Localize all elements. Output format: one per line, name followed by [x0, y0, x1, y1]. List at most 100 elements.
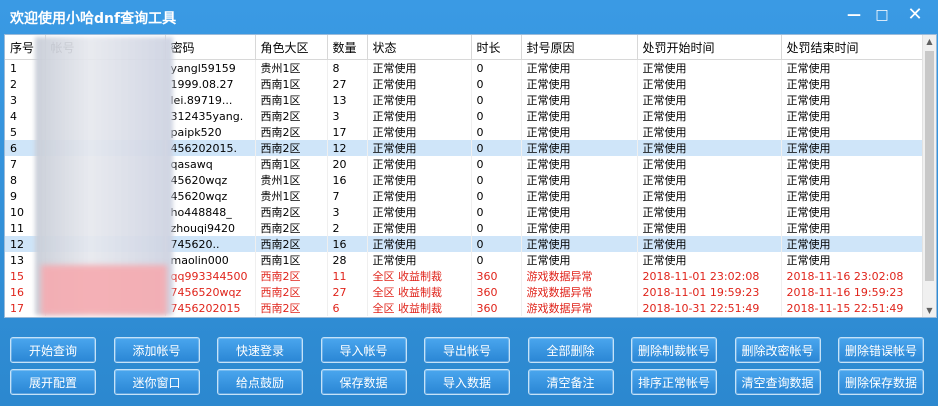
cell-reason: 游戏数据异常	[521, 268, 638, 284]
cell-status: 正常使用	[367, 108, 472, 124]
cell-region: 西南1区	[255, 252, 328, 268]
action-button[interactable]: 全部删除	[527, 337, 614, 363]
vertical-scrollbar[interactable]: ▲ ▼	[922, 35, 936, 317]
action-button[interactable]: 排序正常帐号	[631, 369, 717, 395]
minimize-icon[interactable]: —	[843, 6, 865, 24]
action-button[interactable]: 导入帐号	[320, 337, 407, 363]
cell-end: 正常使用	[781, 59, 924, 76]
cell-duration: 0	[471, 156, 522, 172]
cell-count: 16	[327, 172, 368, 188]
cell-end: 正常使用	[781, 188, 924, 204]
cell-end: 正常使用	[781, 236, 924, 252]
account-table[interactable]: 序号帐号密码角色大区数量状态时长封号原因处罚开始时间处罚结束时间 1yangl5…	[4, 34, 937, 318]
cell-status: 全区 收益制裁	[367, 268, 472, 284]
cell-password: qq993344500	[165, 268, 256, 284]
cell-duration: 0	[471, 188, 522, 204]
cell-end: 正常使用	[781, 172, 924, 188]
cell-count: 20	[327, 156, 368, 172]
column-header[interactable]: 时长	[471, 35, 522, 60]
cell-duration: 0	[471, 252, 522, 268]
cell-start: 2018-11-01 23:02:08	[637, 268, 782, 284]
action-button[interactable]: 导入数据	[424, 369, 510, 395]
column-header[interactable]: 状态	[367, 35, 472, 60]
cell-duration: 0	[471, 92, 522, 108]
cell-password: lei.89719...	[165, 92, 256, 108]
cell-start: 正常使用	[637, 108, 782, 124]
cell-start: 正常使用	[637, 140, 782, 156]
app-window: 欢迎使用小哈dnf查询工具 — □ ✕ 序号帐号密码角色大区数量状态时长封号原因…	[0, 0, 938, 406]
cell-status: 正常使用	[367, 172, 472, 188]
close-icon[interactable]: ✕	[904, 6, 926, 24]
action-button[interactable]: 快速登录	[217, 337, 303, 363]
action-button[interactable]: 删除错误帐号	[838, 337, 924, 363]
cell-status: 正常使用	[367, 204, 472, 220]
cell-end: 正常使用	[781, 140, 924, 156]
column-header[interactable]: 处罚结束时间	[781, 35, 924, 60]
cell-duration: 0	[471, 220, 522, 236]
action-button[interactable]: 导出帐号	[424, 337, 510, 363]
maximize-icon[interactable]: □	[871, 6, 893, 24]
cell-region: 贵州1区	[255, 188, 328, 204]
scroll-thumb[interactable]	[925, 51, 934, 281]
cell-password: paipk520	[165, 124, 256, 140]
cell-reason: 正常使用	[521, 59, 638, 76]
cell-password: 312435yang.	[165, 108, 256, 124]
cell-count: 3	[327, 108, 368, 124]
cell-start: 正常使用	[637, 220, 782, 236]
action-button[interactable]: 给点鼓励	[217, 369, 303, 395]
cell-region: 西南2区	[255, 284, 328, 300]
cell-password: 45620wqz	[165, 188, 256, 204]
action-button[interactable]: 清空查询数据	[734, 369, 821, 395]
cell-status: 正常使用	[367, 124, 472, 140]
column-header[interactable]: 密码	[165, 35, 256, 60]
cell-end: 正常使用	[781, 108, 924, 124]
cell-status: 正常使用	[367, 220, 472, 236]
cell-count: 13	[327, 92, 368, 108]
cell-reason: 正常使用	[521, 76, 638, 92]
cell-end: 2018-11-15 22:51:49	[781, 300, 924, 316]
cell-password: 745620..	[165, 236, 256, 252]
cell-status: 正常使用	[367, 59, 472, 76]
title-bar: 欢迎使用小哈dnf查询工具 — □ ✕	[0, 0, 938, 32]
action-button[interactable]: 展开配置	[10, 369, 96, 395]
action-button[interactable]: 开始查询	[10, 337, 96, 363]
action-button[interactable]: 删除保存数据	[838, 369, 924, 395]
action-button[interactable]: 删除制裁帐号	[631, 337, 717, 363]
cell-duration: 0	[471, 204, 522, 220]
cell-count: 2	[327, 220, 368, 236]
cell-end: 正常使用	[781, 220, 924, 236]
action-button[interactable]: 清空备注	[527, 369, 614, 395]
cell-password: zhouqi9420	[165, 220, 256, 236]
action-button[interactable]: 保存数据	[320, 369, 407, 395]
cell-reason: 正常使用	[521, 188, 638, 204]
cell-password: 1999.08.27	[165, 76, 256, 92]
scroll-up-icon[interactable]: ▲	[923, 35, 936, 48]
cell-duration: 360	[471, 268, 522, 284]
cell-region: 西南1区	[255, 76, 328, 92]
cell-duration: 360	[471, 300, 522, 316]
column-header[interactable]: 封号原因	[521, 35, 638, 60]
cell-status: 全区 收益制裁	[367, 284, 472, 300]
cell-start: 正常使用	[637, 124, 782, 140]
cell-end: 2018-11-16 23:02:08	[781, 268, 924, 284]
cell-start: 正常使用	[637, 172, 782, 188]
column-header[interactable]: 处罚开始时间	[637, 35, 782, 60]
cell-start: 2018-10-31 22:51:49	[637, 300, 782, 316]
cell-count: 8	[327, 59, 368, 76]
cell-reason: 游戏数据异常	[521, 284, 638, 300]
cell-region: 西南2区	[255, 108, 328, 124]
cell-region: 西南2区	[255, 204, 328, 220]
cell-reason: 游戏数据异常	[521, 300, 638, 316]
scroll-down-icon[interactable]: ▼	[923, 304, 936, 317]
cell-start: 正常使用	[637, 204, 782, 220]
column-header[interactable]: 数量	[327, 35, 368, 60]
cell-password: maolin000	[165, 252, 256, 268]
cell-start: 正常使用	[637, 156, 782, 172]
cell-duration: 0	[471, 76, 522, 92]
action-button[interactable]: 迷你窗口	[113, 369, 200, 395]
cell-region: 西南1区	[255, 92, 328, 108]
column-header[interactable]: 角色大区	[255, 35, 328, 60]
action-button[interactable]: 添加帐号	[113, 337, 200, 363]
action-button[interactable]: 删除改密帐号	[734, 337, 821, 363]
cell-duration: 0	[471, 236, 522, 252]
